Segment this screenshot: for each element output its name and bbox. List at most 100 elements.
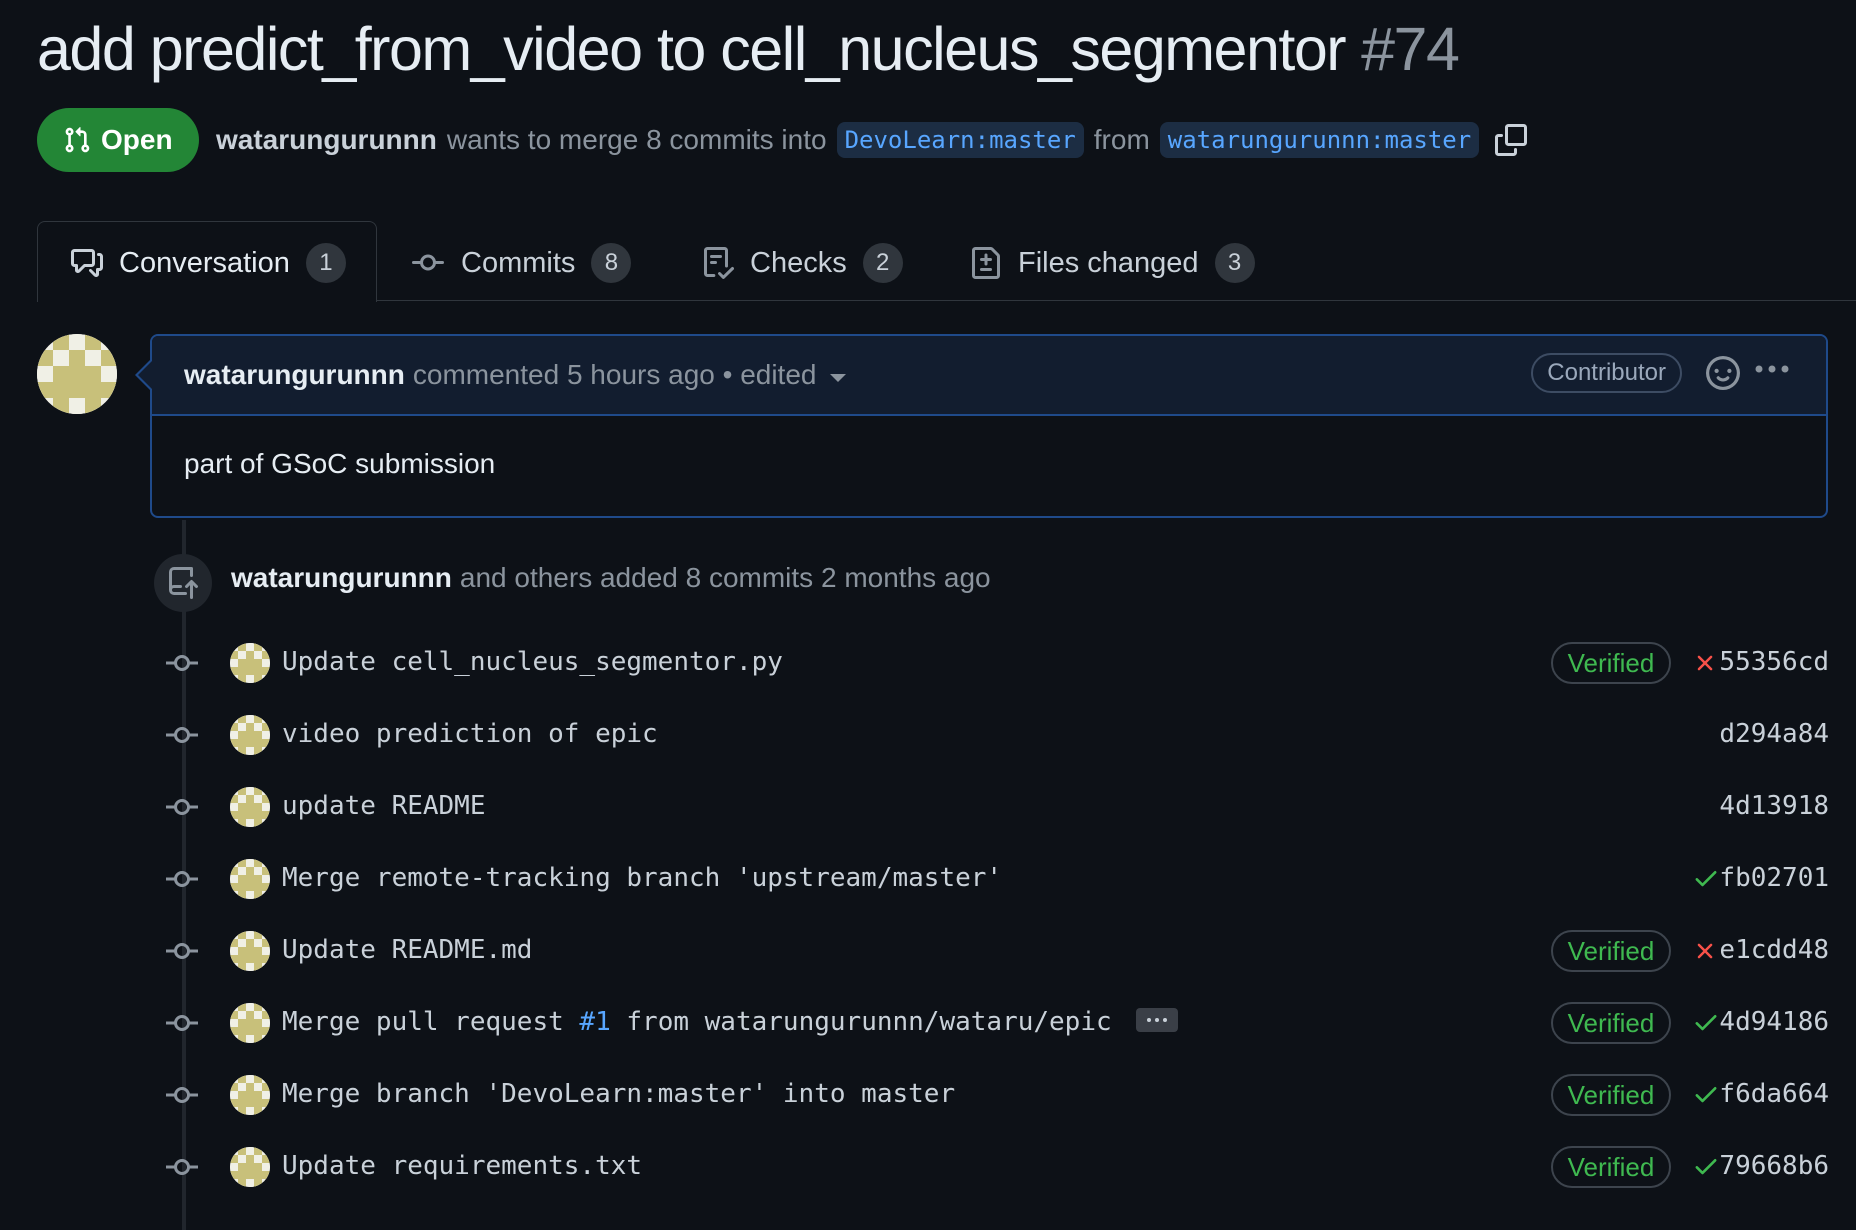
commit-row: Update cell_nucleus_segmentor.py Verified…: [0, 633, 1856, 693]
check-success-icon[interactable]: [1692, 1152, 1720, 1185]
x-fail-icon[interactable]: [1692, 650, 1718, 681]
push-author-link[interactable]: watarungurunnn: [231, 562, 452, 593]
tab-conversation-label: Conversation: [119, 246, 290, 279]
edited-dropdown-caret-icon[interactable]: [830, 374, 847, 382]
git-commit-icon: [164, 1013, 200, 1038]
commit-message-link[interactable]: update README: [282, 791, 486, 821]
commit-message-suffix: from watarungurunnn/wataru/epic: [610, 1007, 1112, 1037]
commit-author-avatar[interactable]: [230, 859, 270, 899]
smiley-reaction-icon[interactable]: [1706, 356, 1740, 390]
comment-meta[interactable]: commented 5 hours ago • edited: [413, 359, 817, 391]
git-commit-icon: [412, 254, 444, 271]
comment-pointer-fill: [138, 361, 152, 389]
tab-files-changed-count: 3: [1214, 243, 1255, 283]
commit-author-avatar[interactable]: [230, 1003, 270, 1043]
tab-conversation-count: 1: [305, 243, 346, 283]
comment-box: watarungurunnn commented 5 hours ago • e…: [150, 334, 1828, 518]
commit-sha-link[interactable]: e1cdd48: [1719, 935, 1829, 965]
git-commit-icon: [164, 1157, 200, 1182]
expand-message-button[interactable]: [1135, 1007, 1178, 1032]
git-commit-icon: [164, 725, 200, 750]
verified-badge[interactable]: Verified: [1551, 1074, 1671, 1116]
verified-badge[interactable]: Verified: [1551, 642, 1671, 684]
commit-sha-link[interactable]: f6da664: [1719, 1079, 1829, 1109]
copy-icon[interactable]: [1495, 124, 1528, 156]
head-branch-link[interactable]: watarungurunnn:master: [1159, 122, 1480, 158]
tab-commits-label: Commits: [461, 246, 576, 279]
tabs-divider: [377, 300, 1856, 301]
push-event-summary: and others added 8 commits 2 months ago: [459, 562, 991, 593]
verified-badge[interactable]: Verified: [1551, 1146, 1671, 1188]
pr-state-label: Open: [101, 124, 173, 155]
pr-number: #74: [1361, 15, 1460, 83]
commit-message-link[interactable]: Update requirements.txt: [282, 1151, 642, 1181]
pr-title: add predict_from_video to cell_nucleus_s…: [37, 15, 1347, 83]
commit-author-avatar[interactable]: [230, 643, 270, 683]
comment-body: part of GSoC submission: [184, 448, 496, 479]
commit-message-link[interactable]: Update README.md: [282, 935, 532, 965]
pr-from-text: from: [1093, 124, 1150, 155]
git-pull-request-icon: [65, 127, 90, 153]
pull-request-link[interactable]: #1: [579, 1007, 610, 1037]
tab-checks[interactable]: Checks 2: [702, 240, 903, 286]
contributor-badge: Contributor: [1531, 353, 1682, 393]
verified-badge[interactable]: Verified: [1551, 930, 1671, 972]
commit-author-avatar[interactable]: [230, 1147, 270, 1187]
commit-sha-link[interactable]: fb02701: [1719, 863, 1829, 893]
pr-author-link[interactable]: watarungurunnn: [216, 124, 437, 156]
verified-badge[interactable]: Verified: [1551, 1002, 1671, 1044]
commit-row: update README 4d13918: [0, 777, 1856, 837]
git-commit-icon: [164, 869, 200, 894]
check-success-icon[interactable]: [1692, 1080, 1720, 1113]
comment-author-avatar[interactable]: [37, 334, 117, 414]
kebab-horizontal-icon[interactable]: [1754, 364, 1790, 374]
commit-sha-link[interactable]: d294a84: [1719, 719, 1829, 749]
tab-files-changed[interactable]: Files changed 3: [970, 240, 1255, 286]
commit-author-avatar[interactable]: [230, 931, 270, 971]
pr-merge-text: wants to merge 8 commits into: [446, 124, 827, 155]
git-commit-icon: [164, 941, 200, 966]
commit-message-prefix: Merge pull request: [282, 1007, 580, 1037]
commit-sha-link[interactable]: 4d94186: [1719, 1007, 1829, 1037]
comment-discussion-icon: [71, 249, 103, 277]
commit-row: Merge remote-tracking branch 'upstream/m…: [0, 849, 1856, 909]
commit-row: video prediction of epic d294a84: [0, 705, 1856, 765]
commit-row: Update README.md Verified e1cdd48: [0, 921, 1856, 981]
commit-author-avatar[interactable]: [230, 1075, 270, 1115]
commit-row: Update requirements.txt Verified 79668b6: [0, 1137, 1856, 1197]
checklist-icon: [704, 247, 734, 279]
pr-title-row: add predict_from_video to cell_nucleus_s…: [37, 14, 1460, 84]
commit-author-avatar[interactable]: [230, 787, 270, 827]
push-event-text: watarungurunnn and others added 8 commits…: [231, 562, 991, 594]
tab-checks-count: 2: [862, 243, 903, 283]
commit-message-link[interactable]: Merge pull request #1 from watarungurunn…: [282, 1007, 1178, 1037]
commit-sha-link[interactable]: 4d13918: [1719, 791, 1829, 821]
tab-files-changed-label: Files changed: [1018, 246, 1199, 279]
git-commit-icon: [164, 797, 200, 822]
comment-header: watarungurunnn commented 5 hours ago • e…: [152, 336, 1826, 416]
tab-commits[interactable]: Commits 8: [411, 240, 632, 286]
commit-row: Merge pull request #1 from watarungurunn…: [0, 993, 1856, 1053]
comment-author-link[interactable]: watarungurunnn: [184, 359, 405, 391]
pr-meta: watarungurunnn wants to merge 8 commits …: [216, 116, 1528, 164]
tab-commits-count: 8: [591, 243, 632, 283]
git-commit-icon: [164, 653, 200, 678]
commit-sha-link[interactable]: 55356cd: [1719, 647, 1829, 677]
file-diff-icon: [972, 247, 1000, 279]
tab-checks-label: Checks: [750, 246, 847, 279]
commit-message-link[interactable]: Merge branch 'DevoLearn:master' into mas…: [282, 1079, 955, 1109]
tab-conversation[interactable]: Conversation 1: [71, 240, 346, 286]
repo-push-badge: [154, 554, 212, 612]
x-fail-icon[interactable]: [1692, 938, 1718, 969]
git-commit-icon: [164, 1085, 200, 1110]
repo-push-icon: [169, 567, 198, 599]
commit-message-link[interactable]: video prediction of epic: [282, 719, 658, 749]
commit-row: Merge branch 'DevoLearn:master' into mas…: [0, 1065, 1856, 1125]
check-success-icon[interactable]: [1692, 1008, 1720, 1041]
check-success-icon[interactable]: [1692, 864, 1720, 897]
commit-sha-link[interactable]: 79668b6: [1719, 1151, 1829, 1181]
base-branch-link[interactable]: DevoLearn:master: [836, 122, 1084, 158]
commit-message-link[interactable]: Update cell_nucleus_segmentor.py: [282, 647, 783, 677]
commit-author-avatar[interactable]: [230, 715, 270, 755]
commit-message-link[interactable]: Merge remote-tracking branch 'upstream/m…: [282, 863, 1002, 893]
